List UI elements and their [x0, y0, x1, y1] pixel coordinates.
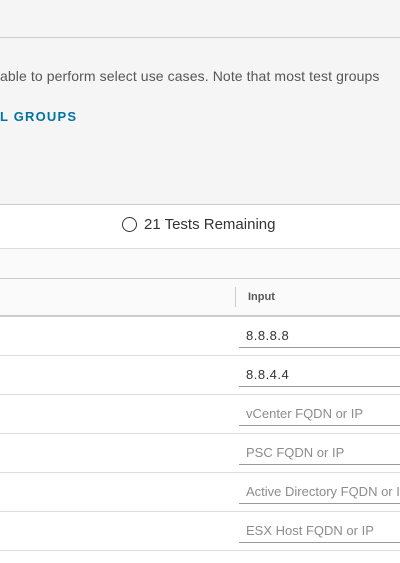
- table-toolbar: [0, 249, 400, 278]
- psc-input[interactable]: [239, 441, 400, 465]
- circle-status-icon: [122, 217, 137, 232]
- vcenter-input[interactable]: [239, 402, 400, 426]
- esx-host-input[interactable]: [239, 519, 400, 543]
- active-directory-input[interactable]: [239, 480, 400, 504]
- dns-primary-input[interactable]: [239, 324, 400, 348]
- table-row: [0, 512, 400, 551]
- tests-remaining-label: 21 Tests Remaining: [144, 216, 276, 233]
- table-row: [0, 356, 400, 395]
- table-row: [0, 395, 400, 434]
- table-header: Input: [0, 279, 400, 317]
- dns-secondary-input[interactable]: [239, 363, 400, 387]
- table-row: [0, 473, 400, 512]
- description-panel: able to perform select use cases. Note t…: [0, 38, 400, 204]
- table-row: [0, 317, 400, 356]
- description-text: able to perform select use cases. Note t…: [0, 68, 380, 84]
- tests-remaining-status: 21 Tests Remaining: [122, 216, 275, 233]
- table-row: [0, 434, 400, 473]
- column-separator[interactable]: [235, 287, 236, 307]
- all-groups-link[interactable]: L GROUPS: [0, 109, 77, 124]
- status-row: 21 Tests Remaining: [0, 205, 400, 248]
- input-column-header[interactable]: Input: [248, 291, 275, 303]
- top-bar: [0, 0, 400, 38]
- tests-table: Input: [0, 278, 400, 551]
